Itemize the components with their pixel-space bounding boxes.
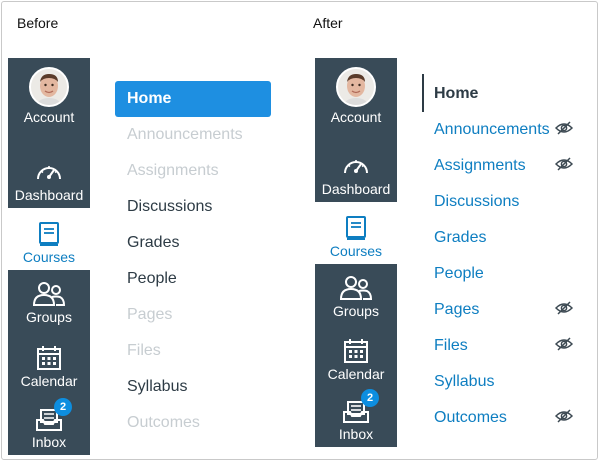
global-nav-rail: Account Dashboard Courses Groups Calenda…	[315, 58, 397, 455]
active-item-indicator	[422, 74, 424, 112]
course-nav-people[interactable]: People	[127, 270, 177, 288]
nav-courses[interactable]: Courses	[315, 202, 397, 264]
course-nav-assignments[interactable]: Assignments	[127, 162, 219, 180]
nav-calendar-label: Calendar	[20, 373, 78, 389]
nav-dashboard-label: Dashboard	[14, 187, 84, 203]
course-nav-pages[interactable]: Pages	[434, 301, 479, 319]
nav-courses-label: Courses	[329, 243, 383, 259]
courses-book-icon	[39, 222, 59, 246]
course-nav-discussions[interactable]: Discussions	[434, 193, 519, 211]
nav-account-label: Account	[23, 109, 75, 125]
before-label: Before	[17, 15, 59, 31]
nav-groups-label: Groups	[26, 309, 72, 325]
eye-slash-icon	[555, 157, 573, 171]
nav-calendar[interactable]: Calendar	[8, 330, 90, 394]
nav-groups[interactable]: Groups	[8, 270, 90, 330]
nav-inbox[interactable]: Inbox 2	[315, 387, 397, 447]
course-nav-files[interactable]: Files	[127, 342, 161, 360]
nav-groups[interactable]: Groups	[315, 264, 397, 324]
calendar-icon	[37, 346, 61, 370]
course-nav-discussions[interactable]: Discussions	[127, 198, 212, 216]
course-nav-assignments[interactable]: Assignments	[434, 157, 526, 175]
course-nav-grades[interactable]: Grades	[434, 229, 486, 247]
inbox-unread-badge: 2	[361, 389, 379, 407]
avatar	[29, 67, 69, 107]
dashboard-gauge-icon	[37, 166, 61, 180]
inbox-unread-badge: 2	[54, 398, 72, 416]
course-nav-outcomes[interactable]: Outcomes	[127, 414, 200, 432]
nav-calendar-label: Calendar	[327, 366, 385, 382]
eye-slash-icon	[555, 121, 573, 135]
courses-book-icon	[346, 216, 366, 240]
avatar	[336, 67, 376, 107]
nav-inbox[interactable]: Inbox 2	[8, 394, 90, 455]
eye-slash-icon	[555, 301, 573, 315]
nav-courses[interactable]: Courses	[8, 208, 90, 270]
eye-slash-icon	[555, 409, 573, 423]
course-nav-grades[interactable]: Grades	[127, 234, 179, 252]
course-nav-people[interactable]: People	[434, 265, 484, 283]
course-nav-syllabus[interactable]: Syllabus	[127, 378, 187, 396]
calendar-icon	[344, 339, 368, 363]
course-nav-syllabus[interactable]: Syllabus	[434, 373, 494, 391]
nav-groups-label: Groups	[333, 303, 379, 319]
course-nav-pages[interactable]: Pages	[127, 306, 172, 324]
nav-account[interactable]: Account	[8, 58, 90, 130]
after-label: After	[313, 15, 343, 31]
course-nav-outcomes[interactable]: Outcomes	[434, 409, 507, 427]
nav-courses-label: Courses	[22, 249, 76, 265]
nav-calendar[interactable]: Calendar	[315, 324, 397, 387]
nav-dashboard[interactable]: Dashboard	[315, 130, 397, 202]
nav-account[interactable]: Account	[315, 58, 397, 130]
course-nav-home-active[interactable]: Home	[434, 85, 478, 103]
groups-people-icon	[32, 282, 66, 306]
nav-dashboard-label: Dashboard	[321, 181, 391, 197]
course-nav-announcements[interactable]: Announcements	[127, 126, 243, 144]
dashboard-gauge-icon	[344, 160, 368, 174]
nav-account-label: Account	[330, 109, 382, 125]
course-nav-announcements[interactable]: Announcements	[434, 121, 550, 139]
nav-dashboard[interactable]: Dashboard	[8, 130, 90, 208]
eye-slash-icon	[555, 337, 573, 351]
groups-people-icon	[339, 276, 373, 300]
global-nav-rail: Account Dashboard Courses Groups Calenda…	[8, 58, 90, 455]
nav-inbox-label: Inbox	[338, 426, 374, 442]
course-nav-home-active[interactable]: Home	[115, 81, 271, 117]
screenshot-frame: Before After Account Dashboard Courses G…	[1, 1, 598, 460]
course-nav-files[interactable]: Files	[434, 337, 468, 355]
nav-inbox-label: Inbox	[31, 434, 67, 450]
